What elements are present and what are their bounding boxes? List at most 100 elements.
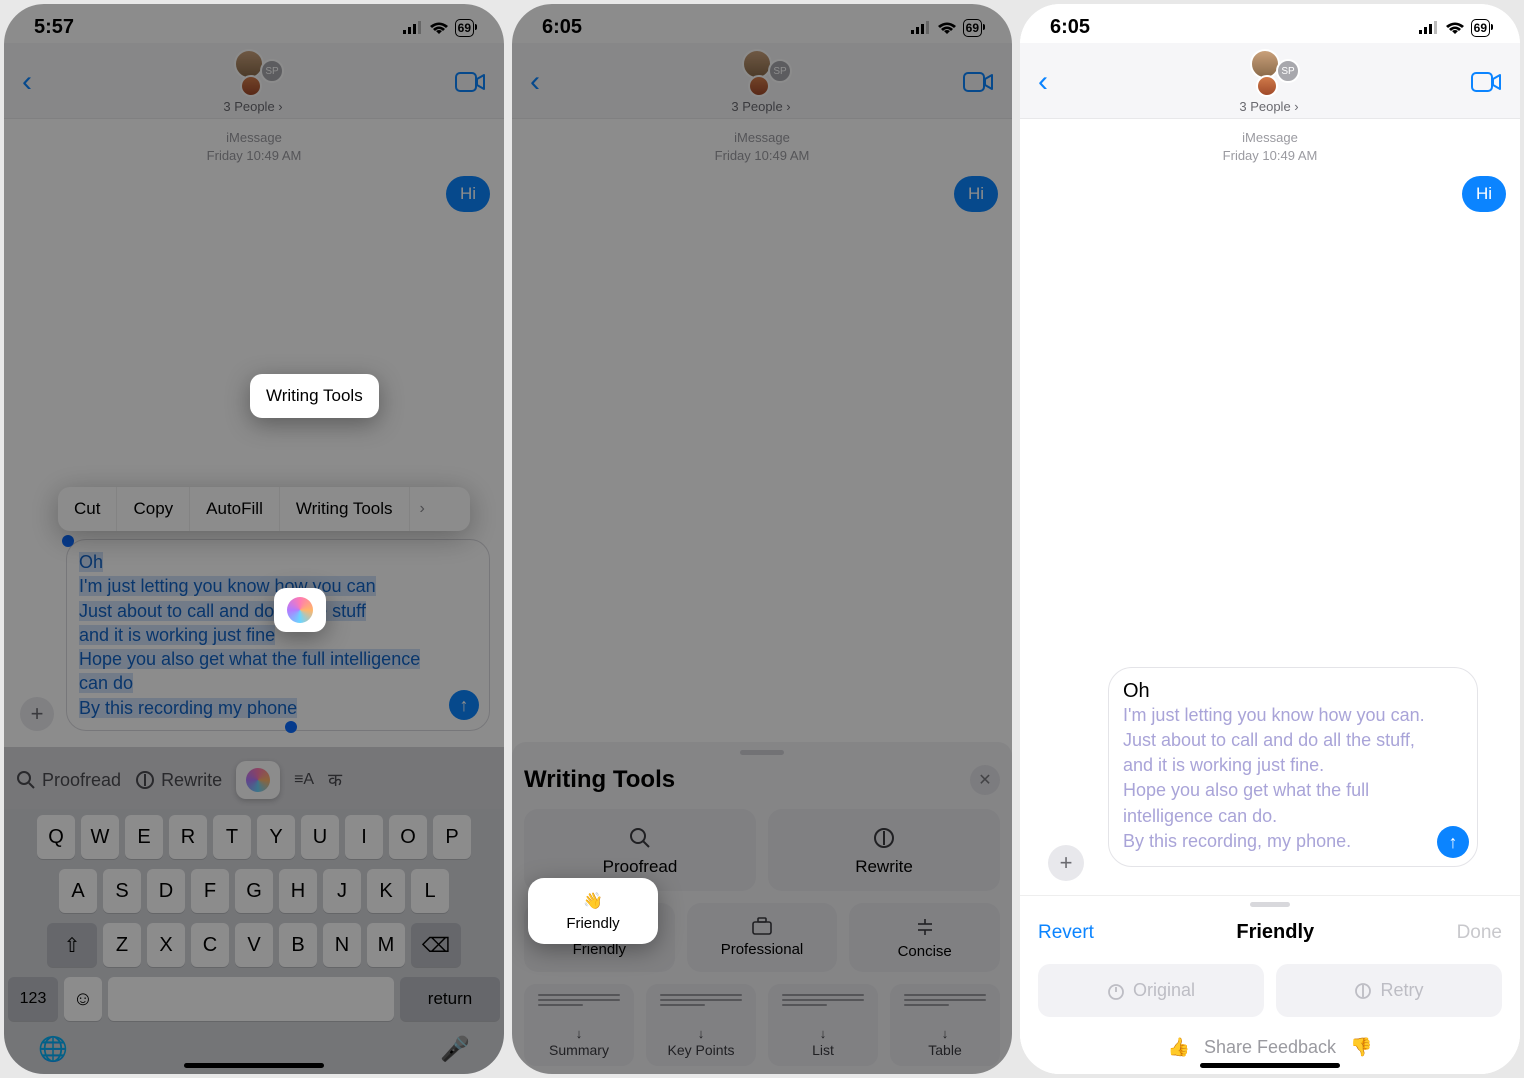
attach-plus-button[interactable]: + (20, 697, 54, 731)
sheet-grabber[interactable] (740, 750, 784, 755)
key-backspace[interactable]: ⌫ (411, 923, 461, 967)
tool-table[interactable]: ↓ Table (890, 984, 1000, 1066)
key-row-4: 123 ☺ return (8, 977, 500, 1021)
done-button[interactable]: Done (1457, 922, 1502, 944)
thumbs-up-icon: 👍 (1168, 1037, 1190, 1058)
mic-icon[interactable]: 🎤 (440, 1035, 470, 1064)
key-t[interactable]: T (213, 815, 251, 859)
wifi-icon (1445, 21, 1465, 35)
tool-concise[interactable]: Concise (849, 903, 1000, 972)
attach-plus-button[interactable]: + (1048, 845, 1084, 881)
context-menu: Cut Copy AutoFill Writing Tools › (58, 487, 470, 531)
ai-chip-button[interactable] (236, 761, 280, 799)
key-y[interactable]: Y (257, 815, 295, 859)
key-i[interactable]: I (345, 815, 383, 859)
key-s[interactable]: S (103, 869, 141, 913)
original-button[interactable]: Original (1038, 964, 1264, 1017)
review-title: Friendly (1236, 921, 1314, 944)
key-k[interactable]: K (367, 869, 405, 913)
ctx-autofill[interactable]: AutoFill (190, 487, 280, 531)
key-m[interactable]: M (367, 923, 405, 967)
globe-icon[interactable]: 🌐 (38, 1035, 68, 1064)
video-call-icon[interactable] (1470, 72, 1502, 92)
ctx-writing-tools[interactable]: Writing Tools (280, 487, 410, 531)
key-c[interactable]: C (191, 923, 229, 967)
key-n[interactable]: N (323, 923, 361, 967)
cell-signal-icon (403, 21, 423, 35)
contact-header[interactable]: SP 3 People › (1068, 49, 1470, 114)
suggest-rewrite[interactable]: Rewrite (135, 770, 222, 791)
panel-grabber[interactable] (1250, 902, 1290, 907)
video-call-icon[interactable] (454, 72, 486, 92)
key-p[interactable]: P (433, 815, 471, 859)
key-d[interactable]: D (147, 869, 185, 913)
wifi-icon (937, 21, 957, 35)
key-emoji[interactable]: ☺ (64, 977, 102, 1021)
highlight-ai-chip (274, 588, 326, 632)
back-button[interactable]: ‹ (530, 65, 560, 99)
language-script-icon[interactable]: क (328, 768, 342, 792)
key-row-2: A S D F G H J K L (8, 869, 500, 913)
tool-summary[interactable]: ↓ Summary (524, 984, 634, 1066)
tool-keypoints[interactable]: ↓ Key Points (646, 984, 756, 1066)
key-q[interactable]: Q (37, 815, 75, 859)
key-o[interactable]: O (389, 815, 427, 859)
rewrite-icon (873, 827, 895, 849)
suggest-proofread[interactable]: Proofread (16, 770, 121, 791)
key-r[interactable]: R (169, 815, 207, 859)
sent-bubble[interactable]: Hi (1462, 176, 1506, 212)
status-bar: 6:05 69 (512, 4, 1012, 43)
tool-list[interactable]: ↓ List (768, 984, 878, 1066)
contact-header[interactable]: SP 3 People › (52, 49, 454, 114)
back-button[interactable]: ‹ (1038, 65, 1068, 99)
ctx-cut[interactable]: Cut (58, 487, 117, 531)
sent-bubble[interactable]: Hi (954, 176, 998, 212)
ctx-copy[interactable]: Copy (117, 487, 190, 531)
key-j[interactable]: J (323, 869, 361, 913)
sheet-title: Writing Tools (524, 766, 675, 794)
key-return[interactable]: return (400, 977, 500, 1021)
timer-icon (1107, 982, 1125, 1000)
key-row-1: Q W E R T Y U I O P (8, 815, 500, 859)
key-numbers[interactable]: 123 (8, 977, 58, 1021)
home-indicator[interactable] (184, 1063, 324, 1068)
sent-bubble[interactable]: Hi (446, 176, 490, 212)
compose-first-line: Oh (1123, 680, 1431, 703)
key-f[interactable]: F (191, 869, 229, 913)
key-w[interactable]: W (81, 815, 119, 859)
review-panel: Revert Friendly Done Original Retry 👍 Sh… (1020, 895, 1520, 1074)
nav-header: ‹ SP 3 People › (1020, 43, 1520, 119)
text-size-icon[interactable]: ≡A (294, 771, 314, 789)
clock: 6:05 (1050, 16, 1090, 39)
revert-button[interactable]: Revert (1038, 922, 1094, 944)
key-a[interactable]: A (59, 869, 97, 913)
selection-start-handle[interactable] (62, 535, 74, 547)
key-l[interactable]: L (411, 869, 449, 913)
retry-button[interactable]: Retry (1276, 964, 1502, 1017)
contact-header[interactable]: SP 3 People › (560, 49, 962, 114)
key-x[interactable]: X (147, 923, 185, 967)
send-button[interactable]: ↑ (449, 690, 479, 720)
keyboard: Q W E R T Y U I O P A S D F G H J K L (4, 809, 504, 1074)
key-space[interactable] (108, 977, 394, 1021)
key-h[interactable]: H (279, 869, 317, 913)
home-indicator[interactable] (1200, 1063, 1340, 1068)
key-e[interactable]: E (125, 815, 163, 859)
tool-professional[interactable]: Professional (687, 903, 838, 972)
selection-end-handle[interactable] (285, 721, 297, 733)
share-feedback[interactable]: 👍 Share Feedback 👎 (1038, 1037, 1502, 1058)
compose-input[interactable]: Oh I'm just letting you know how you can… (1108, 667, 1478, 867)
key-z[interactable]: Z (103, 923, 141, 967)
send-button[interactable]: ↑ (1437, 826, 1469, 858)
ctx-more-chevron[interactable]: › (410, 487, 435, 531)
key-b[interactable]: B (279, 923, 317, 967)
key-shift[interactable]: ⇧ (47, 923, 97, 967)
video-call-icon[interactable] (962, 72, 994, 92)
tool-rewrite[interactable]: Rewrite (768, 809, 1000, 891)
back-button[interactable]: ‹ (22, 65, 52, 99)
key-u[interactable]: U (301, 815, 339, 859)
key-v[interactable]: V (235, 923, 273, 967)
sheet-close-button[interactable]: ✕ (970, 765, 1000, 795)
compose-input[interactable]: Oh I'm just letting you know how you can… (66, 539, 490, 731)
key-g[interactable]: G (235, 869, 273, 913)
